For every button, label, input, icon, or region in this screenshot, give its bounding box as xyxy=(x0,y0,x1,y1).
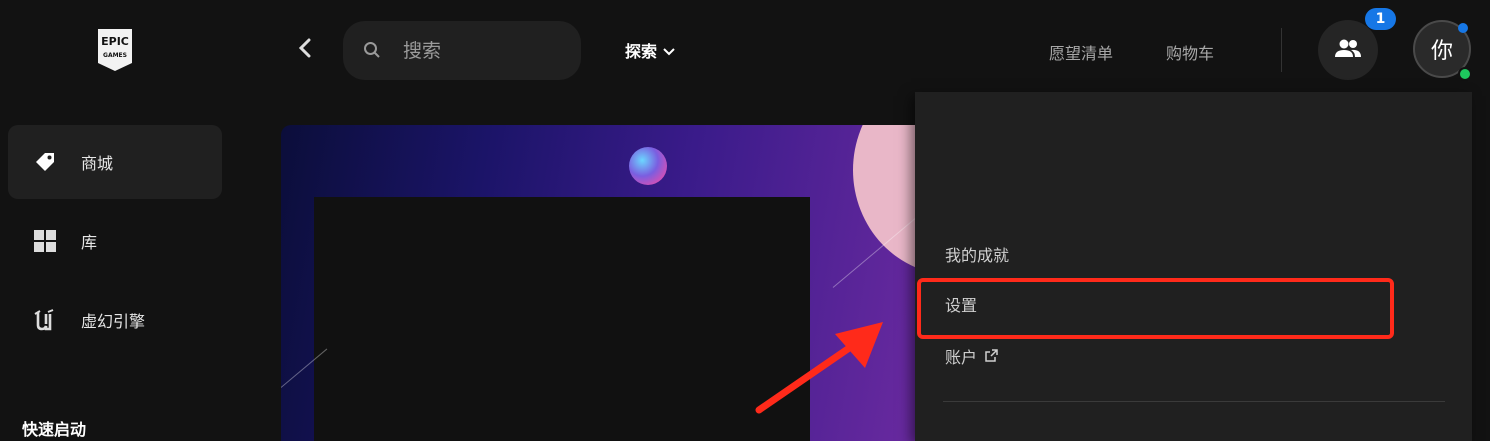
tag-icon xyxy=(32,149,58,175)
friends-button[interactable] xyxy=(1318,20,1378,80)
search-input[interactable] xyxy=(401,35,565,67)
chevron-down-icon xyxy=(663,41,675,60)
banner-moon-graphic xyxy=(853,125,921,275)
cart-link[interactable]: 购物车 xyxy=(1166,40,1214,64)
friends-icon xyxy=(1334,38,1362,62)
wishlist-link[interactable]: 愿望清单 xyxy=(1049,40,1113,64)
explore-label: 探索 xyxy=(625,42,658,61)
sidebar-item-label: 商城 xyxy=(81,154,114,173)
notification-dot xyxy=(1458,23,1468,33)
grid-icon xyxy=(32,228,58,254)
online-status-dot xyxy=(1458,67,1472,81)
banner-orb-graphic xyxy=(629,147,667,185)
explore-dropdown[interactable]: 探索 xyxy=(625,38,675,62)
search-icon xyxy=(363,41,381,63)
svg-text:EPIC: EPIC xyxy=(101,35,129,48)
chevron-left-icon xyxy=(298,38,312,62)
unreal-engine-icon xyxy=(32,307,58,333)
external-link-icon xyxy=(985,347,998,366)
sidebar-item-label: 虚幻引擎 xyxy=(81,312,146,331)
annotation-arrow xyxy=(755,318,895,418)
menu-item-achievements[interactable]: 我的成就 xyxy=(945,242,1009,266)
menu-divider xyxy=(943,401,1445,402)
quick-launch-title: 快速启动 xyxy=(22,420,87,439)
sidebar-item-library[interactable]: 库 xyxy=(8,204,222,278)
account-dropdown-menu: 我的成就 设置 账户 xyxy=(915,92,1472,441)
settings-highlight-box xyxy=(917,278,1394,339)
search-box[interactable] xyxy=(343,21,581,80)
svg-text:GAMES: GAMES xyxy=(103,52,127,59)
topbar-divider xyxy=(1281,28,1282,72)
menu-item-label: 我的成就 xyxy=(945,246,1010,265)
menu-item-account[interactable]: 账户 xyxy=(945,344,998,368)
sidebar-item-store[interactable]: 商城 xyxy=(8,125,222,199)
epic-games-logo[interactable]: EPIC GAMES xyxy=(95,27,135,73)
banner-content-area xyxy=(314,197,810,441)
notification-badge: 1 xyxy=(1365,8,1396,30)
back-button[interactable] xyxy=(292,36,318,64)
sidebar-item-unreal[interactable]: 虚幻引擎 xyxy=(8,283,222,357)
sidebar-item-label: 库 xyxy=(81,233,98,252)
sidebar: EPIC GAMES 商城 库 虚幻引擎 快速启动 xyxy=(0,0,240,441)
menu-item-label: 账户 xyxy=(945,348,978,367)
